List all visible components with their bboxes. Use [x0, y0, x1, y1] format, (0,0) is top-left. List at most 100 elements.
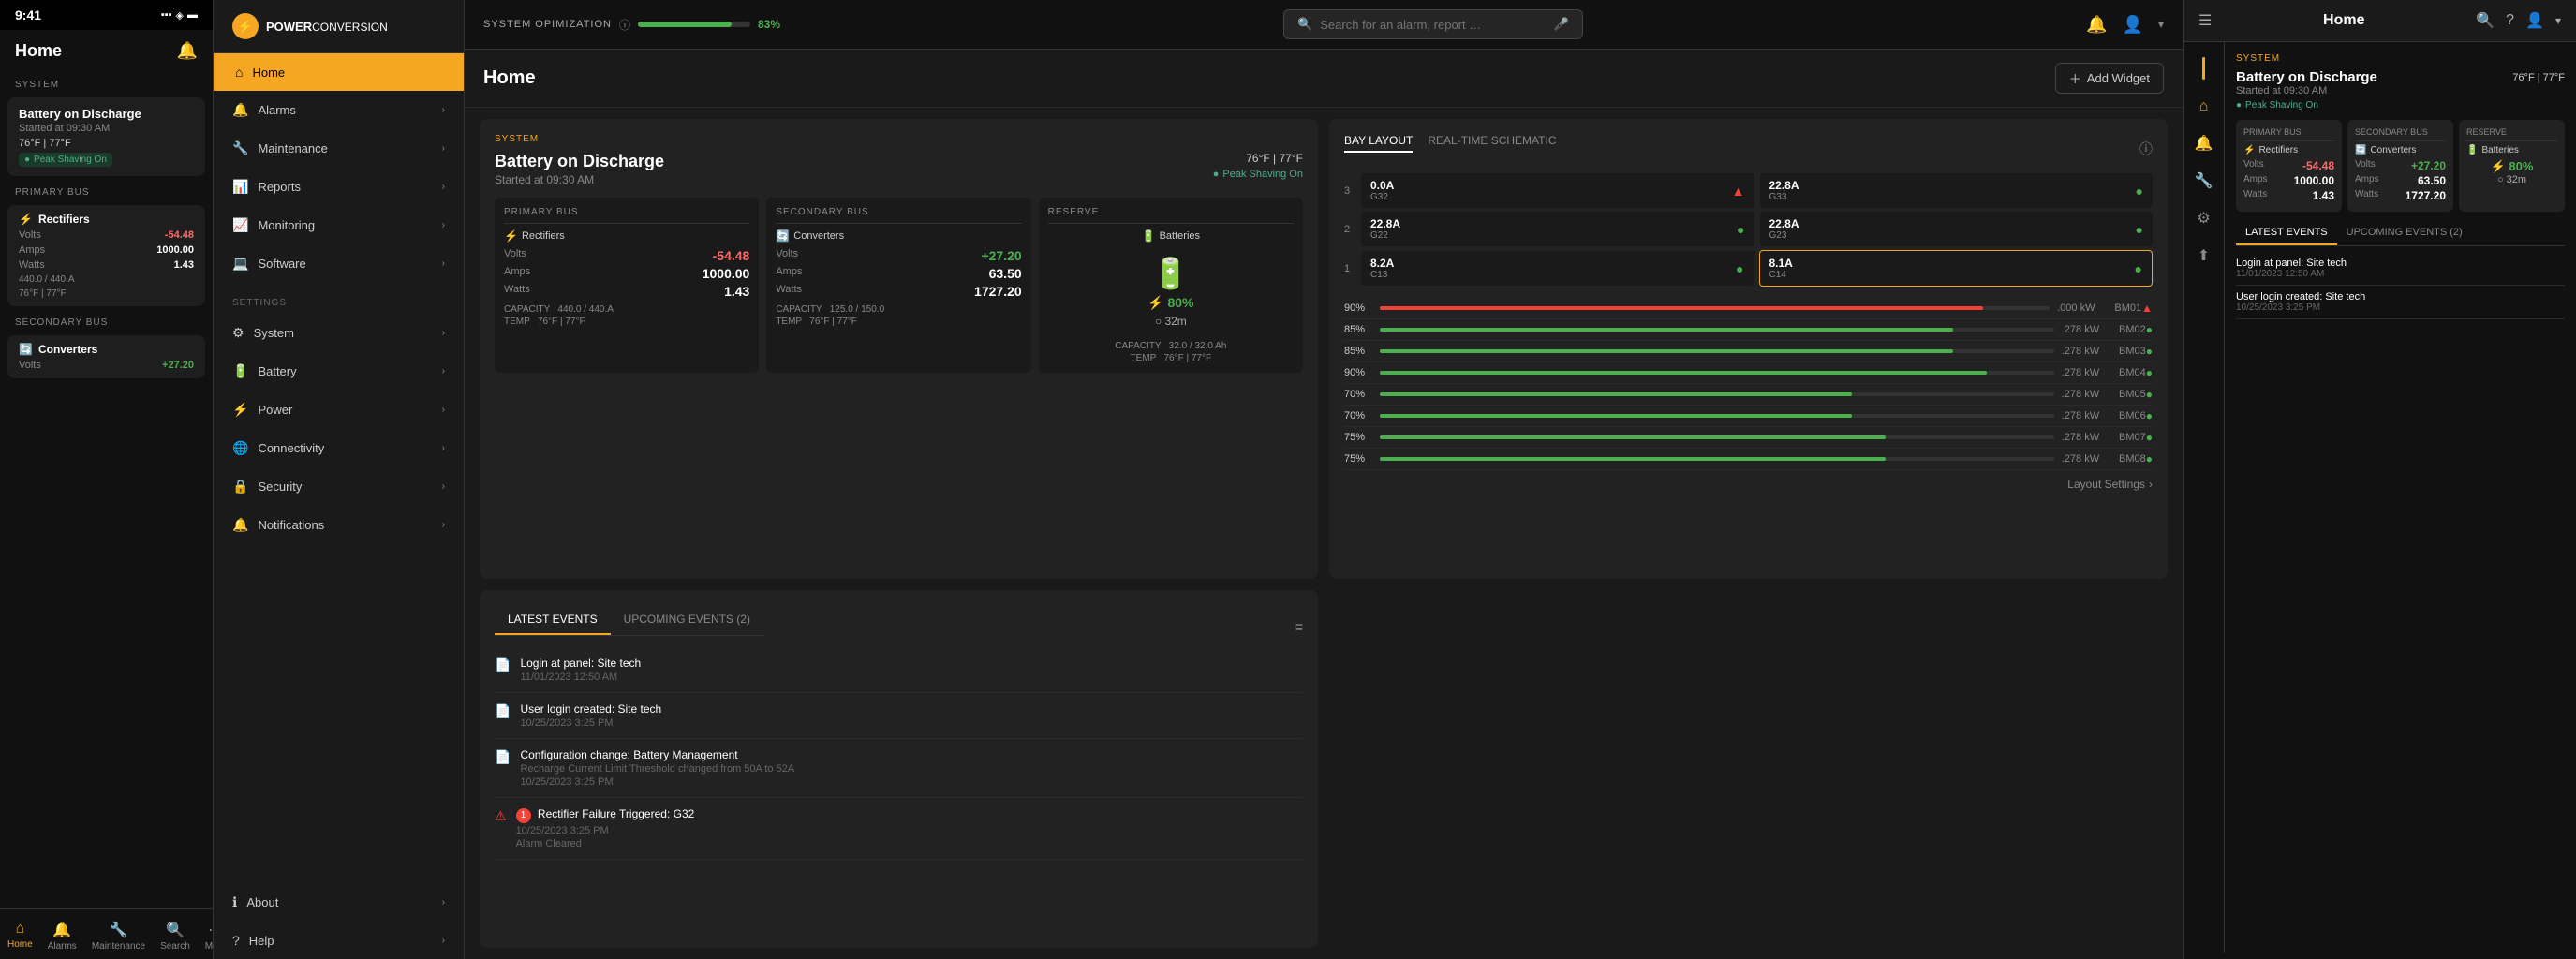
- chevron-right-icon-7: ›: [442, 366, 445, 376]
- search-bar[interactable]: 🔍 🎤: [1283, 9, 1583, 39]
- bay-row-3: 3 0.0A G32 ▲ 22.8A G33: [1344, 173, 2153, 208]
- sidebar-item-home[interactable]: ⌂ Home: [214, 53, 464, 91]
- latest-events-tab[interactable]: LATEST EVENTS: [495, 605, 611, 635]
- mp2-header: ☰ Home 🔍 ? 👤 ▾: [2184, 0, 2576, 42]
- layout-settings-label: Layout Settings: [2067, 478, 2145, 491]
- mobile-nav-home[interactable]: ⌂ Home: [0, 917, 40, 955]
- bm-item-BM08: 75% .278 kW BM08 ●: [1344, 449, 2153, 470]
- sidebar-item-software[interactable]: 💻 Software ›: [214, 244, 464, 283]
- system-settings-icon: ⚙: [232, 325, 244, 341]
- mp2-latest-events-tab[interactable]: LATEST EVENTS: [2236, 221, 2337, 245]
- mp2-share-icon[interactable]: ⬆: [2198, 246, 2210, 265]
- sidebar-item-power[interactable]: ⚡ Power ›: [214, 391, 464, 429]
- secondary-bus-device: 🔄 Converters: [776, 229, 1021, 243]
- mp2-bell-icon[interactable]: 🔔: [2195, 134, 2213, 153]
- mobile-capacity: 440.0 / 440.A: [19, 274, 194, 285]
- mp2-gear-icon[interactable]: ⚙: [2197, 209, 2210, 228]
- mp2-reserve-time: ○ 32m: [2466, 174, 2557, 185]
- reserve-device: 🔋 Batteries: [1142, 229, 1200, 243]
- sidebar-item-notifications[interactable]: 🔔 Notifications ›: [214, 506, 464, 544]
- mp2-home-icon[interactable]: ⌂: [2199, 98, 2209, 115]
- search-input[interactable]: [1320, 18, 1547, 32]
- G32-value: 0.0A: [1370, 179, 1394, 192]
- events-filter-button[interactable]: ≡: [1295, 619, 1303, 634]
- bay-layout-tab[interactable]: BAY LAYOUT: [1344, 134, 1413, 153]
- sidebar-item-battery[interactable]: 🔋 Battery ›: [214, 352, 464, 391]
- search-icon: 🔍: [1297, 17, 1312, 32]
- bus-grid: PRIMARY BUS ⚡ Rectifiers Volts -54.48 Am…: [495, 198, 1303, 373]
- bm-item-BM03: 85% .278 kW BM03 ●: [1344, 341, 2153, 362]
- BM04-status: ●: [2146, 366, 2153, 379]
- mp2-chevron-icon: ▾: [2555, 14, 2561, 27]
- BM08-status: ●: [2146, 452, 2153, 465]
- mobile-nav-alarms[interactable]: 🔔 Alarms: [40, 917, 84, 955]
- sidebar-item-alarms[interactable]: 🔔 Alarms ›: [214, 91, 464, 129]
- primary-bus-header: PRIMARY BUS: [504, 207, 749, 224]
- mobile-peak-dot: ●: [24, 155, 30, 165]
- secondary-amps: 63.50: [989, 266, 1022, 281]
- search-icon: 🔍: [166, 921, 185, 939]
- mp2-wrench-icon[interactable]: 🔧: [2195, 171, 2213, 190]
- rectifier-icon: ⚡: [19, 213, 33, 226]
- mobile-temp-small: 76°F | 77°F: [19, 288, 194, 299]
- system-temp: 76°F | 77°F: [1246, 152, 1303, 165]
- secondary-watts: 1727.20: [974, 284, 1022, 299]
- C14-status-icon: ●: [2135, 261, 2142, 276]
- upcoming-events-tab[interactable]: UPCOMING EVENTS (2): [611, 605, 763, 635]
- mp2-primary-header: PRIMARY BUS: [2243, 127, 2334, 141]
- mp2-main-content: SYSTEM Battery on Discharge Started at 0…: [2225, 42, 2576, 952]
- sidebar-item-help[interactable]: ? Help ›: [214, 922, 464, 959]
- mobile-nav-maintenance[interactable]: 🔧 Maintenance: [84, 917, 153, 955]
- mobile-status-icons: ▪▪▪ ◈ ▬: [161, 9, 198, 22]
- mobile-nav-search[interactable]: 🔍 Search: [153, 917, 198, 955]
- sidebar-item-connectivity[interactable]: 🌐 Connectivity ›: [214, 429, 464, 467]
- sidebar-security-label: Security: [258, 480, 302, 494]
- mp2-upcoming-events-tab[interactable]: UPCOMING EVENTS (2): [2337, 221, 2472, 245]
- maintenance-icon: 🔧: [109, 921, 127, 939]
- reserve-header: RESERVE: [1048, 207, 1294, 224]
- user-avatar-icon[interactable]: 👤: [2123, 15, 2143, 35]
- sidebar-item-about[interactable]: ℹ About ›: [214, 883, 464, 922]
- hamburger-icon[interactable]: ☰: [2198, 11, 2212, 30]
- notification-bell-icon[interactable]: 🔔: [2086, 15, 2107, 35]
- reserve-capacity: CAPACITY 32.0 / 32.0 Ah: [1115, 341, 1226, 351]
- mobile-primary-device: ⚡ Rectifiers: [19, 213, 194, 226]
- sidebar-item-security[interactable]: 🔒 Security ›: [214, 467, 464, 506]
- sidebar-item-system-settings[interactable]: ⚙ System ›: [214, 314, 464, 352]
- bay-layout-card: BAY LAYOUT REAL-TIME SCHEMATIC ⓘ 3 0.0A …: [1329, 119, 2168, 579]
- sidebar-item-reports[interactable]: 📊 Reports ›: [214, 168, 464, 206]
- chevron-right-icon: ›: [442, 105, 445, 115]
- G23-value: 22.8A: [1769, 217, 1799, 230]
- system-title: Battery on Discharge: [495, 152, 664, 171]
- peak-shaving-badge: ● Peak Shaving On: [1213, 169, 1303, 180]
- mobile-secondary-card: 🔄 Converters Volts +27.20: [7, 335, 205, 378]
- mp2-sidebar: ⌂ 🔔 🔧 ⚙ ⬆ SYSTEM Battery on Discharge St…: [2184, 42, 2576, 952]
- layout-settings-link[interactable]: Layout Settings ›: [1344, 470, 2153, 491]
- chevron-right-icon-6: ›: [442, 328, 445, 338]
- sidebar-item-maintenance[interactable]: 🔧 Maintenance ›: [214, 129, 464, 168]
- clock-icon: ○: [1155, 315, 1162, 328]
- sidebar-reports-label: Reports: [258, 180, 301, 194]
- mobile-primary-card: ⚡ Rectifiers Volts -54.48 Amps 1000.00 W…: [7, 205, 205, 306]
- chevron-right-icon-13: ›: [442, 936, 445, 946]
- mp2-help-icon[interactable]: ?: [2506, 12, 2514, 29]
- add-widget-button[interactable]: ＋ Add Widget: [2055, 63, 2164, 94]
- battery-percent-display: ⚡ 80%: [1147, 295, 1193, 311]
- bm-item-BM04: 90% .278 kW BM04 ●: [1344, 362, 2153, 384]
- home-nav-icon: ⌂: [235, 65, 243, 80]
- mp2-event-1: Login at panel: Site tech 11/01/2023 12:…: [2236, 252, 2565, 286]
- realtime-schematic-tab[interactable]: REAL-TIME SCHEMATIC: [1428, 134, 1556, 153]
- optimization-value: 83%: [758, 18, 780, 31]
- secondary-bus-block: SECONDARY BUS 🔄 Converters Volts +27.20 …: [766, 198, 1030, 373]
- secondary-volts: +27.20: [981, 248, 1021, 263]
- reports-nav-icon: 📊: [232, 179, 248, 195]
- bm-item-BM05: 70% .278 kW BM05 ●: [1344, 384, 2153, 406]
- mp2-search-icon[interactable]: 🔍: [2476, 11, 2495, 30]
- security-nav-icon: 🔒: [232, 479, 248, 494]
- mp2-user-icon[interactable]: 👤: [2525, 11, 2544, 30]
- sidebar-system-label: System: [254, 326, 294, 340]
- signal-icon: ▪▪▪: [161, 9, 172, 21]
- sidebar-item-monitoring[interactable]: 📈 Monitoring ›: [214, 206, 464, 244]
- mobile-system-label: SYSTEM: [0, 72, 213, 94]
- mp2-temp: 76°F | 77°F: [2512, 72, 2565, 83]
